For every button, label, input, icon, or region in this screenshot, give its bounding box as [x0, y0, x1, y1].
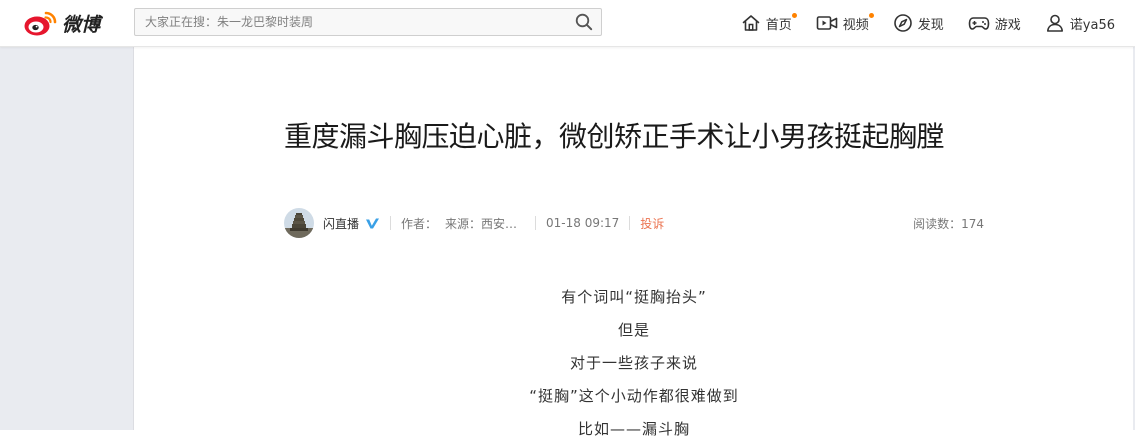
meta-divider: [390, 216, 392, 230]
complain-link[interactable]: 投诉: [640, 215, 664, 232]
article-header: 重度漏斗胸压迫心脏，微创矫正手术让小男孩挺起胸膛 闪直播 作者： 来源：西安市…: [284, 116, 984, 238]
nav-label-home: 首页: [765, 17, 792, 33]
read-count: 阅读数：174: [913, 216, 984, 231]
article-meta: 闪直播 作者： 来源：西安市… 01-18 09:17 投诉 阅读数：174: [284, 207, 984, 239]
main-nav: 首页 视频 发现 游戏 诺ya56: [741, 0, 1135, 46]
user-icon: [1046, 14, 1063, 32]
left-gutter-background: [0, 47, 134, 430]
nav-item-video[interactable]: 视频: [816, 0, 874, 46]
notification-dot: [791, 13, 797, 18]
meta-divider: [629, 216, 631, 230]
article-datetime: 01-18 09:17: [546, 216, 620, 230]
nav-item-home[interactable]: 首页: [741, 0, 797, 46]
search-icon[interactable]: [575, 13, 593, 31]
video-icon: [816, 16, 838, 30]
author-name[interactable]: 闪直播: [323, 215, 359, 232]
gamepad-icon: [968, 17, 990, 30]
article-body: 有个词叫“挺胸抬头” 但是 对于一些孩子来说 “挺胸”这个小动作都很难做到 比如…: [284, 281, 984, 446]
nav-label-video: 视频: [842, 17, 869, 33]
top-navigation-bar: 微博 首页 视频: [0, 0, 1135, 47]
verified-badge-icon: [365, 217, 380, 230]
nav-item-profile[interactable]: 诺ya56: [1045, 0, 1115, 46]
nav-item-discover[interactable]: 发现: [893, 0, 944, 46]
article-paragraph: 对于一些孩子来说: [569, 354, 698, 372]
author-label: 作者：: [401, 216, 438, 231]
weibo-logo-icon: [24, 11, 57, 36]
compass-icon: [893, 14, 912, 32]
article-title: 重度漏斗胸压迫心脏，微创矫正手术让小男孩挺起胸膛: [284, 120, 945, 153]
home-icon: [742, 15, 760, 31]
article-source: 来源：西安市…: [445, 216, 526, 231]
nav-item-games[interactable]: 游戏: [968, 0, 1021, 46]
article-paragraph: “挺胸”这个小动作都很难做到: [529, 387, 739, 405]
weibo-logo[interactable]: 微博: [24, 9, 100, 37]
nav-label-username: 诺ya56: [1069, 17, 1115, 33]
article-paragraph: 但是: [617, 321, 650, 339]
search-input[interactable]: [135, 9, 565, 35]
search-box: [134, 8, 602, 36]
article-paragraph: 有个词叫“挺胸抬头”: [561, 288, 707, 306]
notification-dot: [868, 13, 874, 18]
avatar[interactable]: [284, 208, 314, 238]
meta-divider: [535, 216, 537, 230]
nav-label-discover: 发现: [917, 17, 944, 33]
logo-text: 微博: [62, 13, 101, 36]
nav-label-games: 游戏: [994, 17, 1021, 33]
